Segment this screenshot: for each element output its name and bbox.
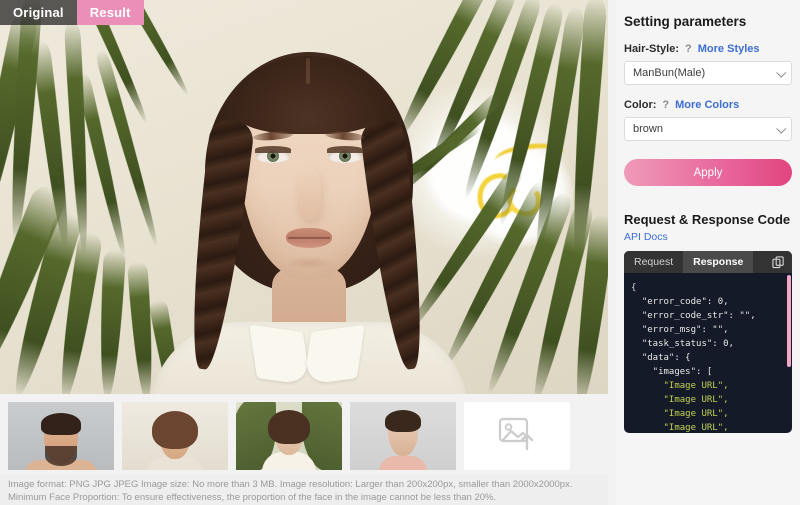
hair-style-help-icon[interactable]: ? bbox=[685, 43, 692, 55]
image-stage: Original Result bbox=[0, 0, 608, 394]
code-line: "error_code_str": "", bbox=[631, 311, 756, 321]
thumb-woman-palm-background[interactable] bbox=[236, 402, 342, 470]
code-line: "images": [ bbox=[631, 367, 713, 377]
thumb-man-beard[interactable] bbox=[8, 402, 114, 470]
preview-panel: Original Result Image format: PNG JPG JP… bbox=[0, 0, 608, 505]
code-line: "task_status": 0, bbox=[631, 339, 734, 349]
code-viewer: Request Response { "error_code": 0, "err… bbox=[624, 251, 792, 433]
chevron-down-icon bbox=[776, 123, 787, 134]
code-line: "Image URL", bbox=[631, 395, 729, 405]
tab-result[interactable]: Result bbox=[76, 0, 144, 25]
code-section-title: Request & Response Code bbox=[624, 212, 791, 227]
hairstyle-editor-app: Original Result Image format: PNG JPG JP… bbox=[0, 0, 800, 505]
hair-style-select[interactable]: ManBun(Male) bbox=[624, 61, 792, 85]
color-select[interactable]: brown bbox=[624, 117, 792, 141]
hair-style-value: ManBun(Male) bbox=[633, 67, 706, 79]
settings-panel: Setting parameters Hair-Style: ? More St… bbox=[616, 0, 800, 505]
copy-icon[interactable] bbox=[772, 255, 785, 269]
code-tabs: Request Response bbox=[624, 251, 792, 273]
hair-style-label-row: Hair-Style: ? More Styles bbox=[624, 43, 792, 55]
code-line: "error_code": 0, bbox=[631, 297, 729, 307]
portrait-subject bbox=[0, 0, 608, 394]
thumb-upload-placeholder[interactable] bbox=[464, 402, 570, 470]
code-line: "Image URL", bbox=[631, 423, 729, 433]
image-upload-icon bbox=[497, 416, 537, 457]
view-mode-tabs: Original Result bbox=[0, 0, 144, 25]
hair-style-label: Hair-Style: bbox=[624, 43, 680, 55]
color-value: brown bbox=[633, 123, 663, 135]
api-docs-link[interactable]: API Docs bbox=[624, 231, 792, 243]
code-line: { bbox=[631, 283, 637, 293]
code-line: "error_msg": "", bbox=[631, 325, 729, 335]
color-label: Color: bbox=[624, 99, 657, 111]
code-content: { "error_code": 0, "error_code_str": "",… bbox=[624, 273, 792, 433]
upload-requirements-notice: Image format: PNG JPG JPEG Image size: N… bbox=[0, 474, 608, 505]
code-line: "Image URL", bbox=[631, 409, 729, 419]
code-line: "data": { bbox=[631, 353, 691, 363]
color-label-row: Color: ? More Colors bbox=[624, 99, 792, 111]
more-colors-link[interactable]: More Colors bbox=[675, 99, 739, 111]
chevron-down-icon bbox=[776, 67, 787, 78]
tab-original[interactable]: Original bbox=[0, 0, 77, 25]
tab-response[interactable]: Response bbox=[683, 251, 754, 273]
thumb-woman-grey-background[interactable] bbox=[350, 402, 456, 470]
tab-request[interactable]: Request bbox=[624, 251, 683, 273]
settings-title: Setting parameters bbox=[624, 14, 747, 29]
sample-thumbnail-strip bbox=[0, 398, 608, 474]
more-styles-link[interactable]: More Styles bbox=[698, 43, 760, 55]
apply-button[interactable]: Apply bbox=[624, 159, 792, 186]
code-scrollbar[interactable] bbox=[787, 275, 791, 367]
thumb-short-hair-woman[interactable] bbox=[122, 402, 228, 470]
result-photo bbox=[0, 0, 608, 394]
color-help-icon[interactable]: ? bbox=[662, 99, 669, 111]
code-line: "Image URL", bbox=[631, 381, 729, 391]
